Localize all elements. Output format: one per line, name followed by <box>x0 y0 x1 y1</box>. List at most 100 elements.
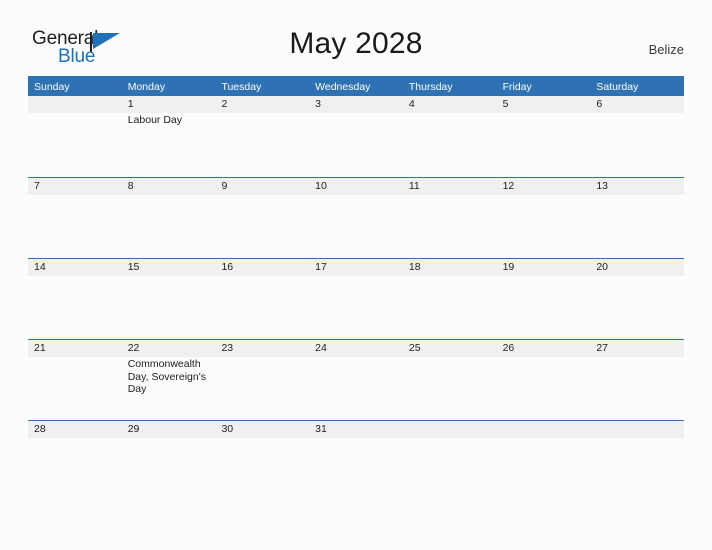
page-header: General Blue May 2028 Belize <box>0 0 712 78</box>
day-events <box>315 357 397 358</box>
day-number: 19 <box>502 261 515 273</box>
day-number: 20 <box>596 261 608 273</box>
calendar-day-cell[interactable]: 9 <box>215 178 309 258</box>
calendar-day-cell[interactable]: 2 <box>215 96 309 176</box>
day-events: Commonwealth Day, Sovereign's Day <box>127 358 206 395</box>
weekday-header-row: Sunday Monday Tuesday Wednesday Thursday Frid… <box>28 78 684 96</box>
calendar-week-row: 1 Labour Day 2 3 4 5 6 <box>28 96 684 177</box>
day-events <box>596 276 678 277</box>
calendar-grid: Sunday Monday Tuesday Wednesday Thursday Frid… <box>28 76 684 501</box>
day-events <box>34 276 116 277</box>
day-events <box>315 113 397 114</box>
day-number: 10 <box>315 180 327 192</box>
calendar-day-cell[interactable]: 22 Commonwealth Day, Sovereign's Day <box>122 340 216 420</box>
day-events <box>34 438 116 439</box>
weekday-header-saturday: Saturday <box>596 81 639 93</box>
day-number: 16 <box>221 261 234 273</box>
day-number: 9 <box>221 180 228 192</box>
calendar-day-cell[interactable]: 8 <box>122 178 216 258</box>
week-cells: 14 15 16 17 18 19 20 <box>28 259 684 339</box>
day-events <box>34 357 116 358</box>
day-number: 30 <box>221 423 234 435</box>
calendar-day-cell[interactable]: 18 <box>403 259 497 339</box>
day-number: 3 <box>315 98 321 110</box>
calendar-day-cell[interactable] <box>28 96 122 176</box>
calendar-day-cell[interactable]: 7 <box>28 178 122 258</box>
calendar-day-cell[interactable]: 20 <box>590 259 684 339</box>
calendar-day-cell[interactable] <box>403 421 497 501</box>
day-events <box>221 276 303 277</box>
calendar-day-cell[interactable] <box>590 421 684 501</box>
calendar-day-cell[interactable]: 24 <box>309 340 403 420</box>
day-number <box>503 421 585 438</box>
day-number: 13 <box>596 180 608 192</box>
calendar-day-cell[interactable]: 5 <box>497 96 591 176</box>
calendar-day-cell[interactable]: 21 <box>28 340 122 420</box>
calendar-day-cell[interactable]: 29 <box>122 421 216 501</box>
day-events <box>503 276 585 277</box>
calendar-day-cell[interactable]: 17 <box>309 259 403 339</box>
weekday-header-monday: Monday <box>127 81 166 93</box>
calendar-day-cell[interactable]: 28 <box>28 421 122 501</box>
calendar-day-cell[interactable]: 3 <box>309 96 403 176</box>
day-events <box>221 113 303 114</box>
day-number: 21 <box>34 342 46 354</box>
calendar-week-row: 28 29 30 31 <box>28 420 684 501</box>
day-number: 8 <box>127 180 134 192</box>
day-events <box>315 195 397 196</box>
weekday-header-friday: Friday <box>502 81 532 93</box>
calendar-day-cell[interactable]: 16 <box>215 259 309 339</box>
calendar-day-cell[interactable]: 23 <box>215 340 309 420</box>
day-events <box>221 438 303 439</box>
day-number: 4 <box>408 98 415 110</box>
day-number: 5 <box>502 98 509 110</box>
calendar-week-row: 21 22 Commonwealth Day, Sovereign's Day 23 2… <box>28 339 684 420</box>
weekday-header-thursday: Thursday <box>408 81 453 93</box>
calendar-day-cell[interactable]: 13 <box>590 178 684 258</box>
calendar-day-cell[interactable] <box>497 421 591 501</box>
calendar-day-cell[interactable]: 10 <box>309 178 403 258</box>
calendar-week-row: 14 15 16 17 18 19 20 <box>28 258 684 339</box>
day-number: 23 <box>221 342 234 354</box>
calendar-day-cell[interactable]: 14 <box>28 259 122 339</box>
calendar-day-cell[interactable]: 1 Labour Day <box>122 96 216 176</box>
day-number: 22 <box>127 342 140 354</box>
week-cells: 7 8 9 10 11 12 13 <box>28 178 684 258</box>
calendar-day-cell[interactable]: 19 <box>497 259 591 339</box>
day-number: 18 <box>408 261 421 273</box>
day-number <box>596 421 678 438</box>
day-events <box>503 438 585 439</box>
calendar-day-cell[interactable]: 27 <box>590 340 684 420</box>
day-number: 2 <box>221 98 228 110</box>
calendar-day-cell[interactable]: 25 <box>403 340 497 420</box>
calendar-day-cell[interactable]: 15 <box>122 259 216 339</box>
day-number <box>409 421 491 438</box>
day-events <box>128 195 210 196</box>
day-number <box>34 96 116 113</box>
day-number: 12 <box>502 180 515 192</box>
page-title: May 2028 <box>289 27 423 60</box>
day-number: 15 <box>127 261 140 273</box>
day-events <box>34 195 116 196</box>
calendar-day-cell[interactable]: 30 <box>215 421 309 501</box>
day-events <box>221 195 303 196</box>
day-events <box>128 438 210 439</box>
weekday-header-sunday: Sunday <box>34 81 70 93</box>
day-events <box>409 438 491 439</box>
calendar-day-cell[interactable]: 31 <box>309 421 403 501</box>
calendar-day-cell[interactable]: 26 <box>497 340 591 420</box>
calendar-day-cell[interactable]: 4 <box>403 96 497 176</box>
day-number: 14 <box>34 261 46 273</box>
week-cells: 28 29 30 31 <box>28 421 684 501</box>
calendar-day-cell[interactable]: 11 <box>403 178 497 258</box>
day-events <box>409 357 491 358</box>
day-number: 24 <box>315 342 327 354</box>
region-label: Belize <box>648 42 684 57</box>
calendar-day-cell[interactable]: 12 <box>497 178 591 258</box>
day-events <box>315 276 397 277</box>
day-events <box>596 195 678 196</box>
day-events <box>409 276 491 277</box>
day-events <box>596 357 678 358</box>
day-events: Labour Day <box>127 114 183 126</box>
calendar-day-cell[interactable]: 6 <box>590 96 684 176</box>
